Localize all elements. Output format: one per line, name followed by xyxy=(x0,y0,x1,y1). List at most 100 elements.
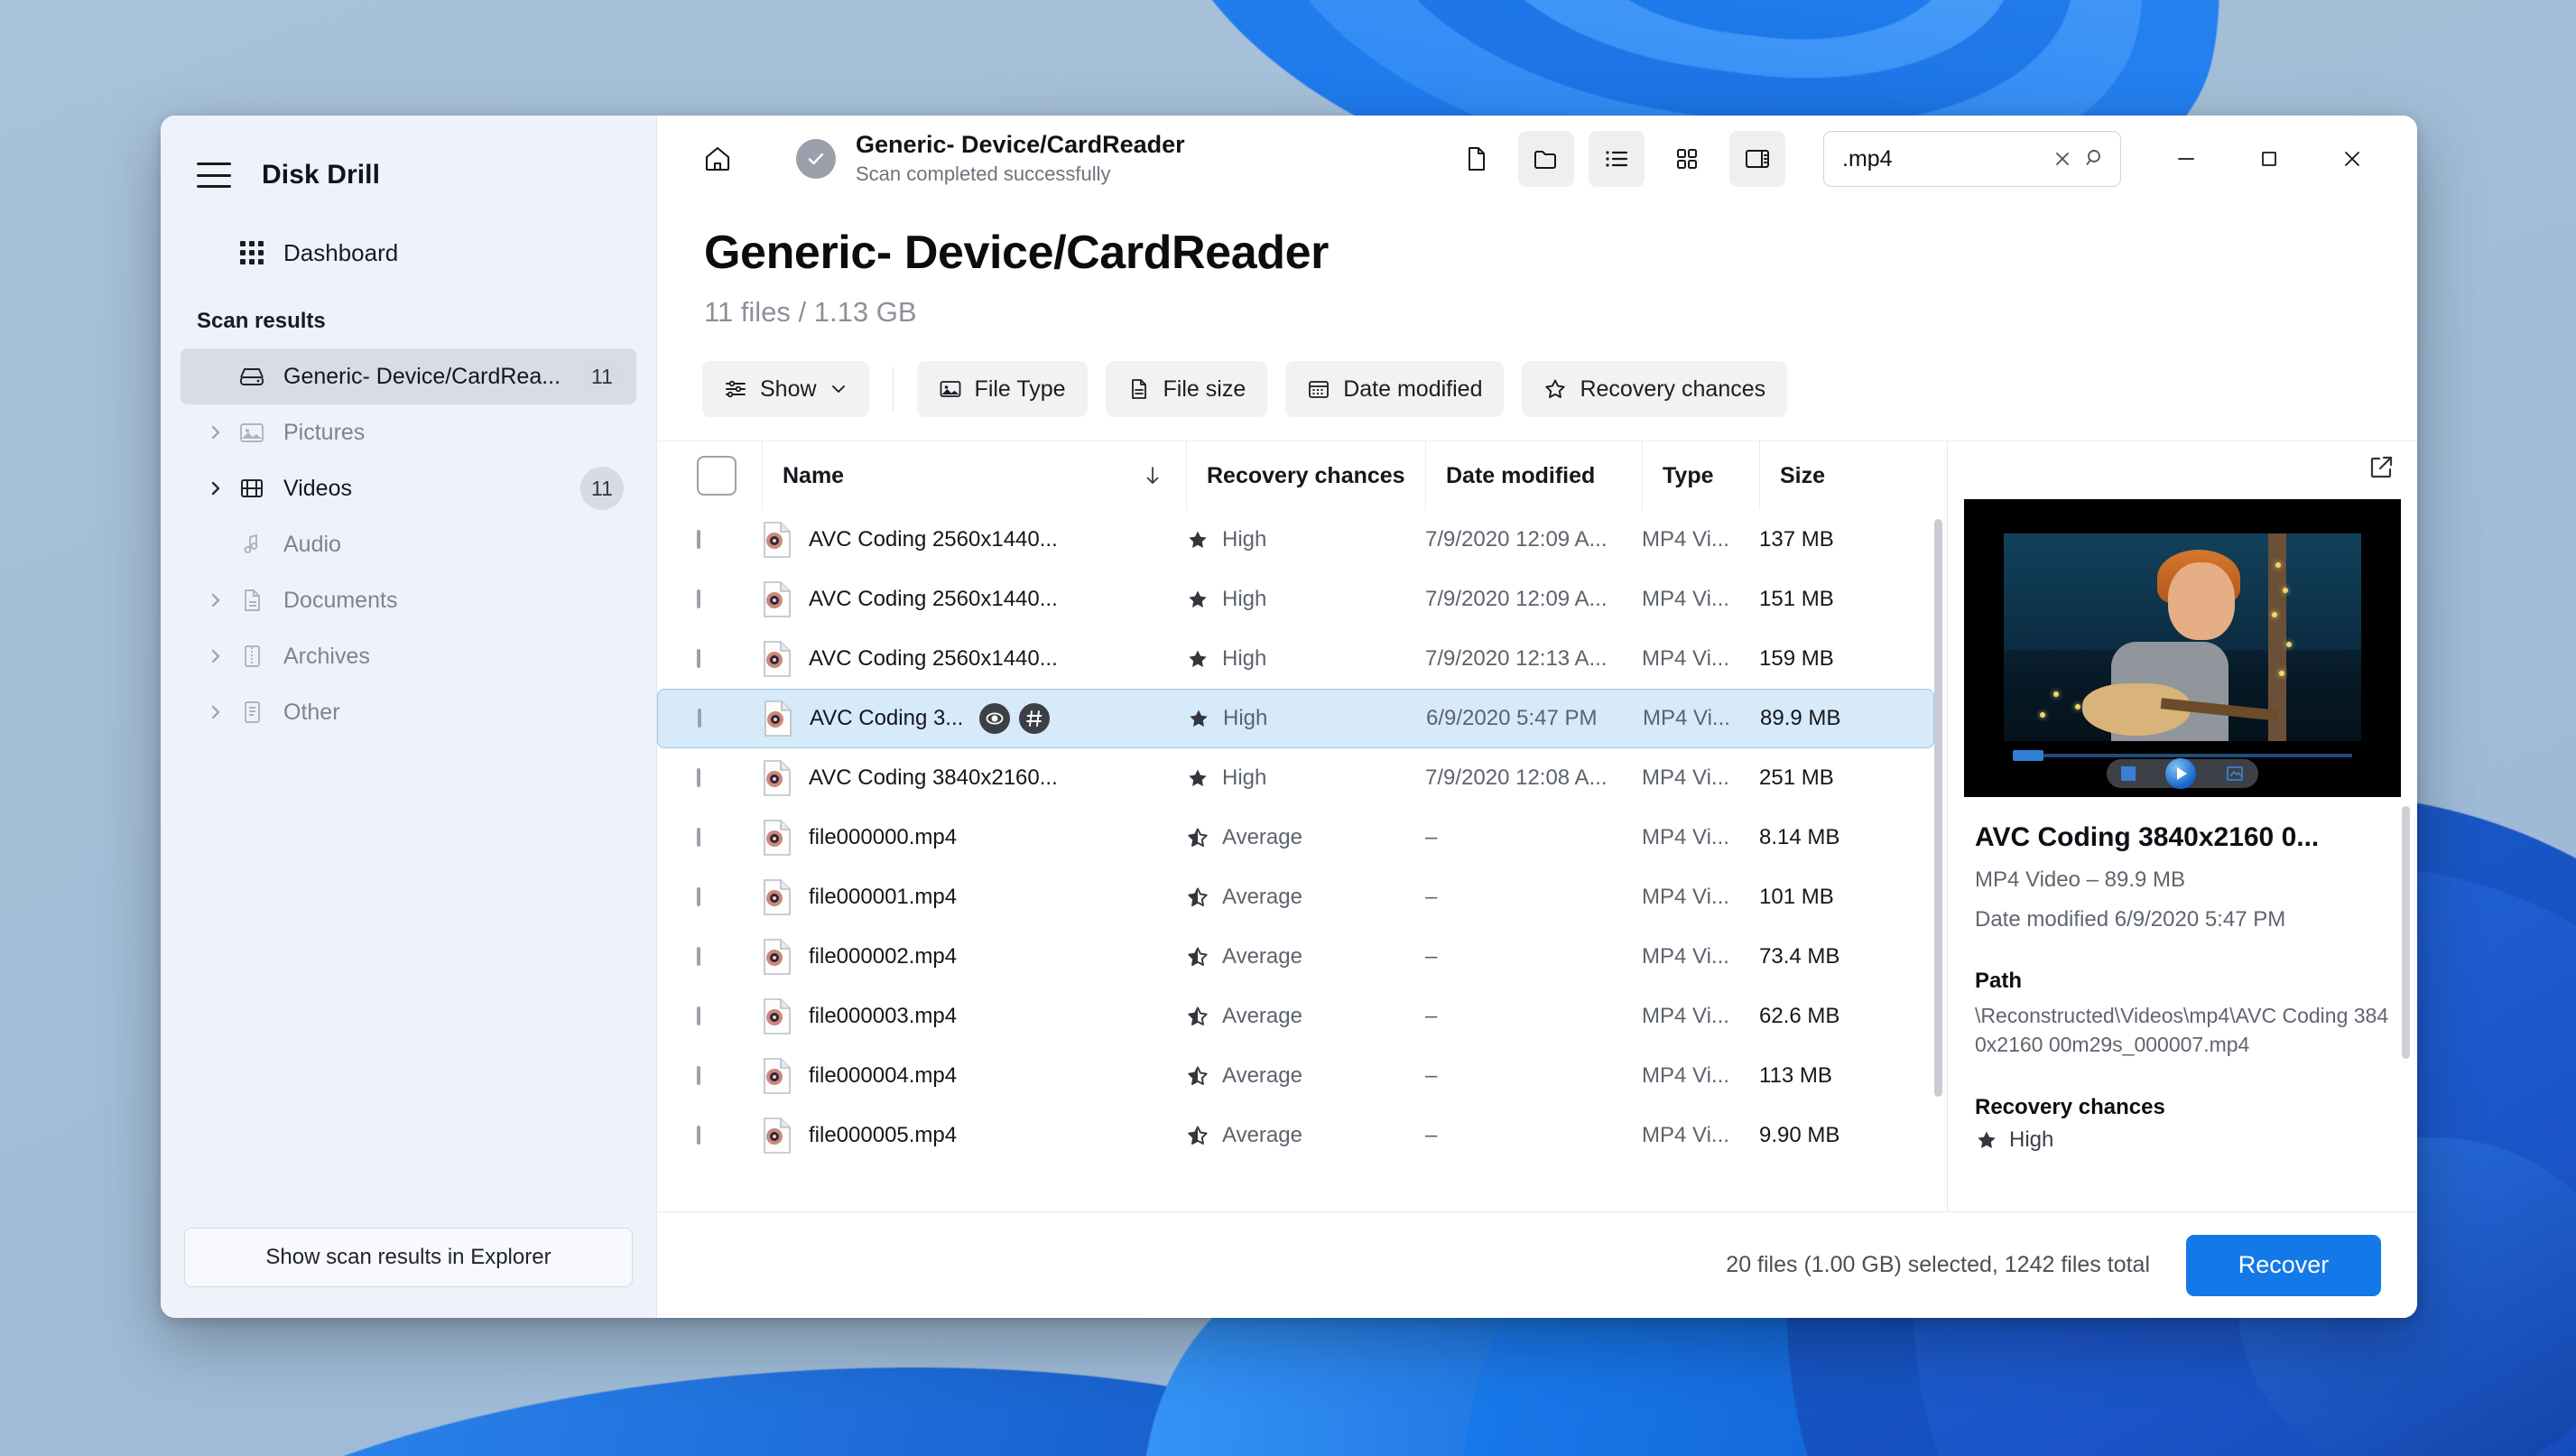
preview-pane-icon[interactable] xyxy=(1729,131,1785,187)
cell-type: MP4 Vi... xyxy=(1642,765,1729,790)
preview-scrollbar[interactable] xyxy=(2402,806,2410,1059)
table-row[interactable]: file000005.mp4 Average – MP4 Vi... 9.90 … xyxy=(657,1106,1947,1165)
row-checkbox[interactable] xyxy=(697,589,700,608)
cell-date-modified: – xyxy=(1425,825,1438,849)
column-header-name[interactable]: Name xyxy=(762,441,1186,510)
clear-search-icon[interactable] xyxy=(2052,148,2073,170)
divider xyxy=(892,367,894,411)
select-all-checkbox-cell xyxy=(697,441,762,510)
cell-size: 62.6 MB xyxy=(1759,1004,1840,1028)
chevron-right-icon[interactable] xyxy=(200,480,231,496)
column-header-size[interactable]: Size xyxy=(1759,441,1886,510)
preview-thumbnail[interactable] xyxy=(1964,499,2401,797)
table-row[interactable]: AVC Coding 2560x1440... High 7/9/2020 12… xyxy=(657,510,1947,570)
hash-icon[interactable] xyxy=(1019,703,1051,734)
row-checkbox[interactable] xyxy=(697,530,700,549)
open-external-icon[interactable] xyxy=(2367,453,2395,482)
row-checkbox[interactable] xyxy=(697,947,700,966)
sidebar-item-documents[interactable]: Documents xyxy=(181,572,636,628)
select-all-checkbox[interactable] xyxy=(697,456,737,496)
row-checkbox-cell xyxy=(697,1066,762,1085)
preview-eye-icon[interactable] xyxy=(979,703,1011,734)
grid-view-icon[interactable] xyxy=(1659,131,1715,187)
table-scrollbar[interactable] xyxy=(1934,519,1942,1097)
chevron-right-icon[interactable] xyxy=(200,424,231,441)
sidebar-item-audio[interactable]: Audio xyxy=(181,516,636,572)
recovery-chances-filter-button[interactable]: Recovery chances xyxy=(1522,361,1788,417)
table-row[interactable]: AVC Coding 3840x2160... High 7/9/2020 12… xyxy=(657,748,1947,808)
date-modified-filter-button[interactable]: Date modified xyxy=(1285,361,1505,417)
grid-dots-icon xyxy=(231,239,273,266)
star-half-icon xyxy=(1186,1064,1209,1088)
cell-date-modified: – xyxy=(1425,885,1438,909)
row-checkbox[interactable] xyxy=(697,828,700,847)
column-header-type[interactable]: Type xyxy=(1642,441,1759,510)
sidebar-item-dashboard[interactable]: Dashboard xyxy=(181,224,636,282)
table-row[interactable]: file000002.mp4 Average – MP4 Vi... 73.4 … xyxy=(657,927,1947,987)
home-icon[interactable] xyxy=(690,131,746,187)
table-row[interactable]: AVC Coding 3... High 6/9/2020 5:47 PM MP… xyxy=(657,689,1934,748)
row-checkbox[interactable] xyxy=(697,1126,700,1145)
search-input[interactable] xyxy=(1842,145,2041,172)
search-box[interactable] xyxy=(1823,131,2121,187)
table-row[interactable]: file000003.mp4 Average – MP4 Vi... 62.6 … xyxy=(657,987,1947,1046)
sidebar-item-label: Dashboard xyxy=(283,238,399,266)
content-area: Name Recovery chances Date modified Type… xyxy=(657,441,2417,1211)
table-row[interactable]: AVC Coding 2560x1440... High 7/9/2020 12… xyxy=(657,629,1947,689)
table-row[interactable]: file000004.mp4 Average – MP4 Vi... 113 M… xyxy=(657,1046,1947,1106)
cell-type: MP4 Vi... xyxy=(1642,527,1729,552)
sidebar-item-generic-device[interactable]: Generic- Device/CardRea... 11 xyxy=(181,348,636,404)
fullscreen-icon[interactable] xyxy=(2226,765,2244,783)
column-header-recovery-chances[interactable]: Recovery chances xyxy=(1186,441,1425,510)
chevron-right-icon[interactable] xyxy=(200,648,231,664)
video-seek-bar[interactable] xyxy=(2013,750,2352,761)
minimize-button[interactable] xyxy=(2145,129,2228,189)
sidebar-item-videos[interactable]: Videos 11 xyxy=(181,460,636,516)
sidebar-item-pictures[interactable]: Pictures xyxy=(181,404,636,460)
cell-recovery-chances: Average xyxy=(1186,1063,1425,1089)
table-row[interactable]: file000000.mp4 Average – MP4 Vi... 8.14 … xyxy=(657,808,1947,867)
filter-label: File Type xyxy=(974,376,1066,402)
column-label: Recovery chances xyxy=(1207,462,1405,488)
chevron-right-icon[interactable] xyxy=(200,704,231,720)
recovery-text: Average xyxy=(1222,1063,1302,1088)
sidebar-item-archives[interactable]: Archives xyxy=(181,628,636,684)
row-checkbox[interactable] xyxy=(697,1066,700,1085)
show-filter-button[interactable]: Show xyxy=(702,361,869,417)
row-checkbox[interactable] xyxy=(697,1006,700,1025)
folder-view-icon[interactable] xyxy=(1518,131,1574,187)
recover-button[interactable]: Recover xyxy=(2186,1234,2381,1296)
sidebar-item-other[interactable]: Other xyxy=(181,684,636,740)
list-view-icon[interactable] xyxy=(1589,131,1645,187)
close-button[interactable] xyxy=(2311,129,2394,189)
sliders-icon xyxy=(724,377,747,401)
row-checkbox[interactable] xyxy=(697,649,700,668)
main-panel: Generic- Device/CardReader Scan complete… xyxy=(657,116,2417,1318)
maximize-button[interactable] xyxy=(2228,129,2311,189)
row-checkbox[interactable] xyxy=(698,709,701,728)
mp4-file-icon xyxy=(762,938,792,976)
stop-icon[interactable] xyxy=(2121,766,2136,781)
recovery-text: Average xyxy=(1222,825,1302,849)
recovery-text: High xyxy=(1223,706,1268,730)
row-checkbox[interactable] xyxy=(697,887,700,906)
search-icon[interactable] xyxy=(2084,147,2108,171)
row-checkbox-cell xyxy=(698,709,763,728)
show-scan-results-in-explorer-button[interactable]: Show scan results in Explorer xyxy=(184,1228,633,1287)
mp4-file-icon xyxy=(762,878,792,916)
file-type-filter-button[interactable]: File Type xyxy=(916,361,1088,417)
star-icon xyxy=(1975,1128,1998,1152)
chevron-right-icon[interactable] xyxy=(200,592,231,608)
table-row[interactable]: file000001.mp4 Average – MP4 Vi... 101 M… xyxy=(657,867,1947,927)
row-checkbox-cell xyxy=(697,589,762,608)
hamburger-menu-icon[interactable] xyxy=(197,162,231,188)
table-row[interactable]: AVC Coding 2560x1440... High 7/9/2020 12… xyxy=(657,570,1947,629)
column-header-date-modified[interactable]: Date modified xyxy=(1425,441,1642,510)
cell-size: 137 MB xyxy=(1759,527,1834,552)
row-checkbox[interactable] xyxy=(697,768,700,787)
file-view-icon[interactable] xyxy=(1448,131,1504,187)
file-size-filter-button[interactable]: File size xyxy=(1105,361,1268,417)
play-icon[interactable] xyxy=(2164,758,2196,789)
toolbar: Generic- Device/CardReader Scan complete… xyxy=(657,116,2417,202)
cell-size: 9.90 MB xyxy=(1759,1123,1840,1147)
